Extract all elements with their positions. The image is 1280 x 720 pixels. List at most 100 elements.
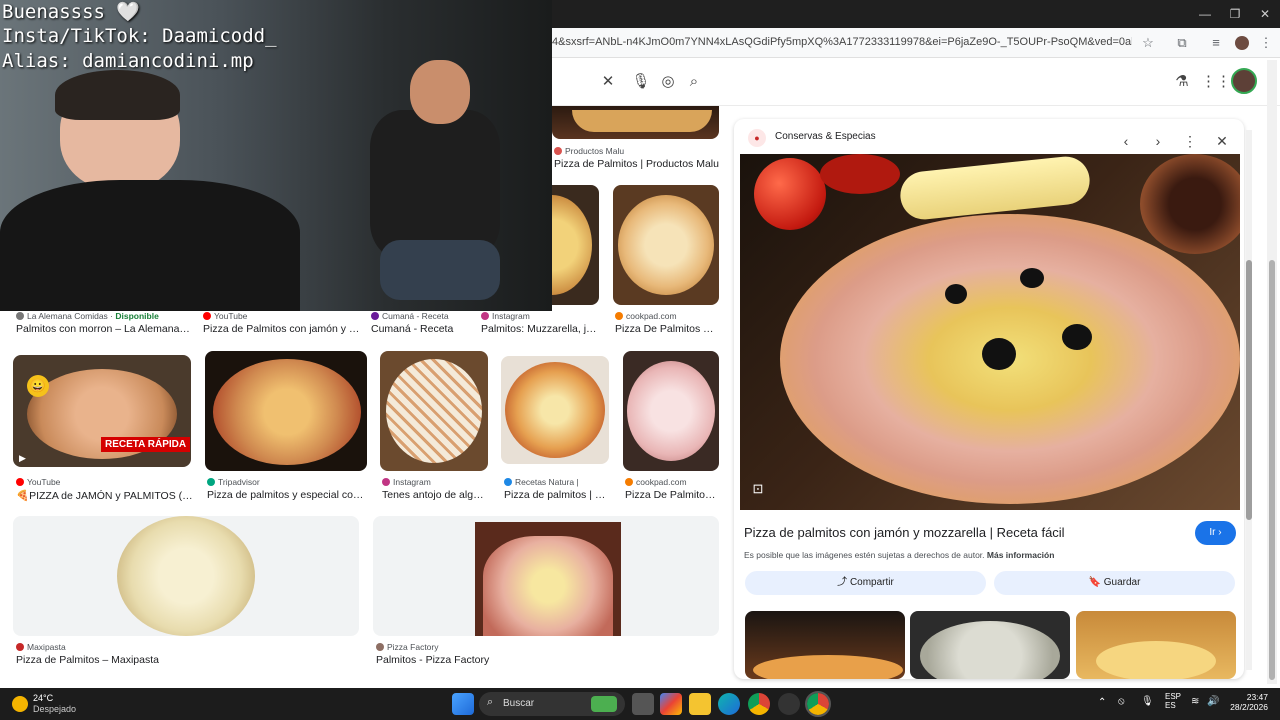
task-view-icon[interactable] bbox=[632, 693, 654, 715]
close-window-button[interactable]: ✕ bbox=[1248, 0, 1280, 28]
result-source: Productos Malu bbox=[554, 146, 719, 156]
more-options-icon[interactable]: ⋮ bbox=[1176, 127, 1204, 155]
close-panel-button[interactable]: ✕ bbox=[1208, 127, 1236, 155]
related-image[interactable] bbox=[1076, 611, 1236, 679]
apps-grid-icon[interactable]: ⋮⋮ bbox=[1201, 70, 1231, 94]
search-icon[interactable]: ⌕ bbox=[682, 70, 706, 94]
result-title[interactable]: Pizza De Palmitos Y ... bbox=[615, 323, 719, 335]
clear-search-icon[interactable]: ✕ bbox=[596, 70, 620, 94]
bookmark-star-icon[interactable]: ☆ bbox=[1137, 32, 1159, 54]
panel-scrollbar[interactable] bbox=[1246, 130, 1252, 670]
site-favicon: ● bbox=[748, 129, 766, 147]
overlay-greeting: Buenassss 🤍 bbox=[2, 1, 141, 23]
profile-avatar[interactable] bbox=[1231, 32, 1253, 54]
result-title[interactable]: Pizza de palmitos | R... bbox=[504, 489, 610, 501]
file-explorer-icon[interactable] bbox=[689, 693, 711, 715]
result-title[interactable]: Palmitos - Pizza Factory bbox=[376, 654, 676, 666]
overlay-socials: Insta/TikTok: Daamicodd_ bbox=[2, 25, 277, 47]
save-button[interactable]: 🔖 Guardar bbox=[994, 571, 1235, 595]
previous-image-button[interactable]: ‹ bbox=[1112, 127, 1140, 155]
panel-title[interactable]: Pizza de palmitos con jamón y mozzarella… bbox=[744, 525, 1184, 540]
show-hidden-icons[interactable]: ⌃ bbox=[1098, 697, 1106, 708]
result-source: YouTube bbox=[16, 477, 194, 487]
result-source: Cumaná - Receta bbox=[371, 311, 476, 321]
result-title[interactable]: Palmitos: Muzzarella, ja... bbox=[481, 323, 599, 335]
account-avatar[interactable] bbox=[1231, 68, 1257, 94]
lens-search-icon[interactable]: ◎ bbox=[656, 70, 680, 94]
bookmark-icon: 🔖 bbox=[1088, 577, 1101, 588]
result-image[interactable] bbox=[552, 106, 719, 139]
result-image[interactable] bbox=[380, 351, 488, 471]
result-title[interactable]: Pizza de palmitos y especial con ... bbox=[207, 489, 367, 501]
lens-icon[interactable]: ⊡ bbox=[748, 479, 768, 499]
language-indicator[interactable]: ESP ES bbox=[1165, 692, 1181, 710]
result-image[interactable]: 😀 RECETA RÁPIDA ▶ bbox=[13, 355, 191, 467]
next-image-button[interactable]: › bbox=[1144, 127, 1172, 155]
obs-icon[interactable] bbox=[778, 693, 800, 715]
chrome-active-icon[interactable] bbox=[805, 691, 831, 717]
preview-image[interactable]: ⊡ bbox=[740, 154, 1240, 510]
result-image[interactable] bbox=[13, 516, 359, 636]
search-icon: ⌕ bbox=[487, 696, 494, 708]
result-source: Pizza Factory bbox=[376, 642, 576, 652]
maximize-button[interactable]: ❐ bbox=[1218, 0, 1252, 28]
minimize-button[interactable]: — bbox=[1188, 0, 1222, 28]
result-source: Instagram bbox=[382, 477, 488, 487]
taskbar: 24°C Despejado ⌕ Buscar ⌃ ⦸ 🎙 ESP ES ≋ 🔊 … bbox=[0, 688, 1280, 720]
more-info-link[interactable]: Más información bbox=[987, 550, 1055, 560]
result-title[interactable]: Cumaná - Receta bbox=[371, 323, 476, 335]
search-highlight-icon bbox=[591, 696, 617, 712]
reading-list-icon[interactable]: ≡ bbox=[1205, 32, 1227, 54]
weather-status[interactable]: Despejado bbox=[33, 704, 76, 714]
taskbar-search[interactable]: ⌕ Buscar bbox=[479, 692, 625, 716]
browser-menu-icon[interactable]: ⋮ bbox=[1255, 32, 1277, 54]
chrome-icon[interactable] bbox=[748, 693, 770, 715]
network-icon[interactable]: ⦸ bbox=[1118, 696, 1125, 707]
emoji-icon: 😀 bbox=[27, 375, 49, 397]
panel-site-name[interactable]: Conservas & Especias bbox=[775, 131, 876, 142]
result-image[interactable] bbox=[552, 185, 599, 305]
result-source: Maxipasta bbox=[16, 642, 216, 652]
result-source: Tripadvisor bbox=[207, 477, 367, 487]
result-source: cookpad.com bbox=[625, 477, 719, 487]
result-title[interactable]: Pizza de Palmitos – Maxipasta bbox=[16, 654, 316, 666]
copilot-icon[interactable] bbox=[660, 693, 682, 715]
result-image[interactable] bbox=[373, 516, 719, 636]
volume-icon[interactable]: 🔊 bbox=[1207, 696, 1219, 707]
weather-temp[interactable]: 24°C bbox=[33, 693, 53, 703]
labs-flask-icon[interactable]: ⚗ bbox=[1170, 70, 1194, 94]
result-source: La Alemana Comidas · Disponible bbox=[16, 311, 196, 321]
webcam-overlay: Buenassss 🤍 Insta/TikTok: Daamicodd_ Ali… bbox=[0, 0, 552, 311]
wifi-icon[interactable]: ≋ bbox=[1191, 696, 1199, 707]
start-windows-icon[interactable] bbox=[452, 693, 474, 715]
play-icon: ▶ bbox=[19, 453, 26, 463]
result-image[interactable] bbox=[613, 185, 719, 305]
result-title[interactable]: Pizza de Palmitos con jamón y h... bbox=[203, 323, 363, 335]
share-button[interactable]: ⤴ Compartir bbox=[745, 571, 986, 595]
extensions-icon[interactable]: ⧉ bbox=[1171, 32, 1193, 54]
microphone-icon[interactable]: 🎙 bbox=[1141, 696, 1154, 707]
result-source: cookpad.com bbox=[615, 311, 719, 321]
result-title[interactable]: Pizza De Palmitos ... bbox=[625, 489, 719, 501]
edge-icon[interactable] bbox=[718, 693, 740, 715]
result-image[interactable] bbox=[501, 356, 609, 464]
overlay-alias: Alias: damiancodini.mp bbox=[2, 50, 254, 72]
result-image[interactable] bbox=[205, 351, 367, 471]
visit-button[interactable]: Ir › bbox=[1195, 521, 1236, 545]
tomato bbox=[754, 158, 826, 230]
copyright-notice: Es posible que las imágenes estén sujeta… bbox=[744, 550, 1055, 560]
voice-search-icon[interactable]: 🎙 bbox=[629, 70, 653, 94]
result-title[interactable]: Tenes antojo de algo ... bbox=[382, 489, 488, 501]
result-title[interactable]: Palmitos con morron – La Alemana ... bbox=[16, 323, 191, 335]
result-image[interactable] bbox=[623, 351, 719, 471]
related-image[interactable] bbox=[910, 611, 1070, 679]
clock[interactable]: 23:47 28/2/2026 bbox=[1222, 692, 1268, 712]
page-scrollbar[interactable] bbox=[1267, 60, 1277, 684]
result-title[interactable]: 🍕PIZZA de JAMÓN y PALMITOS (F... bbox=[16, 489, 194, 502]
pizza bbox=[780, 214, 1240, 504]
url-field[interactable]: 4&sxsrf=ANbL-n4KJmO0m7YNN4xLAsQGdiPfy5mp… bbox=[552, 36, 1132, 48]
thumbnail-overlay-text: RECETA RÁPIDA bbox=[101, 437, 191, 452]
result-title[interactable]: Pizza de Palmitos | Productos Malu bbox=[554, 158, 719, 170]
share-icon: ⤴ bbox=[837, 577, 848, 588]
related-image[interactable] bbox=[745, 611, 905, 679]
